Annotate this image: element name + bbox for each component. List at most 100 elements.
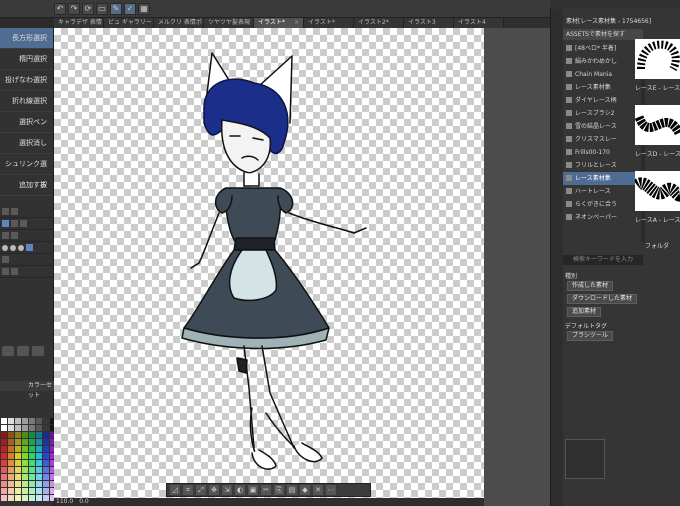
thumbnail-lace-d[interactable] — [634, 105, 680, 145]
assets-root-item[interactable]: ASSETSで素材を探す — [563, 29, 643, 40]
move-icon[interactable]: ✥ — [209, 485, 219, 495]
chip-created[interactable]: 作成した素材 — [567, 281, 614, 291]
color-swatch[interactable] — [22, 453, 28, 459]
zoom-value[interactable]: 110.0 — [56, 498, 73, 506]
tab-0[interactable]: キャラデザ 表情 レ× — [54, 18, 104, 28]
color-swatch[interactable] — [29, 432, 35, 438]
chip-brush-tool[interactable]: ブラシツール — [567, 331, 613, 341]
tool-lasso-select[interactable]: 投げなわ選択 — [0, 70, 53, 91]
angle-value[interactable]: 0.0 — [79, 498, 89, 506]
property-row[interactable] — [0, 206, 54, 218]
color-swatch[interactable] — [22, 418, 28, 424]
color-swatch[interactable] — [8, 474, 14, 480]
color-swatch[interactable] — [36, 453, 42, 459]
tool-shrink-select[interactable]: シュリンク選択 — [0, 154, 53, 189]
color-swatch[interactable] — [15, 460, 21, 466]
color-swatch[interactable] — [1, 495, 7, 501]
color-swatch[interactable] — [1, 439, 7, 445]
color-swatch[interactable] — [43, 495, 49, 501]
color-swatch[interactable] — [8, 418, 14, 424]
color-swatch[interactable] — [29, 474, 35, 480]
scale-icon[interactable]: ⇲ — [222, 485, 232, 495]
copy-icon[interactable]: ⎘ — [274, 485, 284, 495]
color-swatch[interactable] — [43, 425, 49, 431]
color-swatch[interactable] — [15, 474, 21, 480]
tree-item[interactable]: Frills00-170 — [563, 146, 643, 159]
color-swatch[interactable] — [36, 418, 42, 424]
color-swatch[interactable] — [29, 460, 35, 466]
color-swatch[interactable] — [1, 453, 7, 459]
color-swatch[interactable] — [36, 432, 42, 438]
tree-item[interactable]: 雪の結晶レース — [563, 120, 643, 133]
color-swatch[interactable] — [1, 488, 7, 494]
color-swatch[interactable] — [36, 467, 42, 473]
color-swatch[interactable] — [15, 432, 21, 438]
color-swatch[interactable] — [8, 460, 14, 466]
color-swatch[interactable] — [29, 495, 35, 501]
color-swatch[interactable] — [36, 488, 42, 494]
cut-icon[interactable]: ✂ — [261, 485, 271, 495]
tab-7[interactable]: イラスト3 — [404, 18, 454, 28]
tree-item-selected[interactable]: レース素材集 — [563, 172, 643, 185]
tree-item[interactable]: [48ベロ* 半着] — [563, 42, 643, 55]
color-swatch[interactable] — [43, 488, 49, 494]
color-swatch[interactable] — [1, 446, 7, 452]
color-swatch[interactable] — [1, 425, 7, 431]
color-swatch[interactable] — [22, 460, 28, 466]
brush-size-icon[interactable] — [2, 346, 14, 356]
color-swatch[interactable] — [15, 418, 21, 424]
transform-icon[interactable]: ⤢ — [196, 485, 206, 495]
undo-icon[interactable]: ↶ — [54, 2, 66, 15]
color-swatch[interactable] — [36, 481, 42, 487]
tree-item[interactable]: フリルとレース — [563, 159, 643, 172]
color-swatch[interactable] — [43, 467, 49, 473]
lasso-icon[interactable]: ◿ — [170, 485, 180, 495]
brush-size-icon[interactable] — [32, 346, 44, 356]
tool-polyline-select[interactable]: 折れ線選択 — [0, 91, 53, 112]
color-swatch[interactable] — [29, 481, 35, 487]
chip-downloaded[interactable]: ダウンロードした素材 — [567, 294, 638, 304]
check-icon[interactable]: ✓ — [124, 2, 136, 15]
color-swatch[interactable] — [15, 467, 21, 473]
color-swatch[interactable] — [22, 425, 28, 431]
color-swatch[interactable] — [1, 474, 7, 480]
color-swatch[interactable] — [22, 467, 28, 473]
tab-6[interactable]: イラスト2* — [354, 18, 404, 28]
pen-icon[interactable]: ✎ — [110, 2, 122, 15]
paste-icon[interactable]: ▤ — [287, 485, 297, 495]
chip-added[interactable]: 追加素材 — [567, 307, 602, 317]
grid-icon[interactable]: ▦ — [138, 2, 150, 15]
color-swatch[interactable] — [29, 446, 35, 452]
tree-item[interactable]: 絹みかわめかし — [563, 55, 643, 68]
color-swatch[interactable] — [15, 453, 21, 459]
color-swatch[interactable] — [36, 474, 42, 480]
color-swatch[interactable] — [22, 495, 28, 501]
color-swatch[interactable] — [15, 439, 21, 445]
color-swatch[interactable] — [36, 425, 42, 431]
color-swatch[interactable] — [15, 446, 21, 452]
color-swatch[interactable] — [1, 460, 7, 466]
color-swatch[interactable] — [22, 481, 28, 487]
thumbnail-lace-e[interactable] — [635, 39, 680, 79]
property-row[interactable] — [0, 254, 54, 266]
color-swatch[interactable] — [15, 425, 21, 431]
property-row[interactable] — [0, 218, 54, 230]
color-swatch[interactable] — [22, 432, 28, 438]
tab-5[interactable]: イラスト* — [304, 18, 354, 28]
color-swatch[interactable] — [43, 481, 49, 487]
color-swatch[interactable] — [36, 495, 42, 501]
brush-size-icon[interactable] — [17, 346, 29, 356]
color-swatch[interactable] — [8, 439, 14, 445]
color-swatch[interactable] — [29, 453, 35, 459]
color-swatch[interactable] — [8, 467, 14, 473]
tab-4[interactable]: イラスト* × — [254, 18, 304, 28]
color-swatch[interactable] — [43, 453, 49, 459]
tool-rect-select[interactable]: 長方形選択 — [0, 28, 53, 49]
tab-1[interactable]: ピュ ギャラリー× — [104, 18, 154, 28]
tool-ellipse-select[interactable]: 楕円選択 — [0, 49, 53, 70]
tool-add[interactable]: 追加する — [0, 175, 53, 196]
color-swatch[interactable] — [1, 467, 7, 473]
more-icon[interactable]: ⋯ — [326, 485, 336, 495]
tab-3[interactable]: ツヤツヤ髪表現 × — [204, 18, 254, 28]
color-swatch[interactable] — [22, 439, 28, 445]
